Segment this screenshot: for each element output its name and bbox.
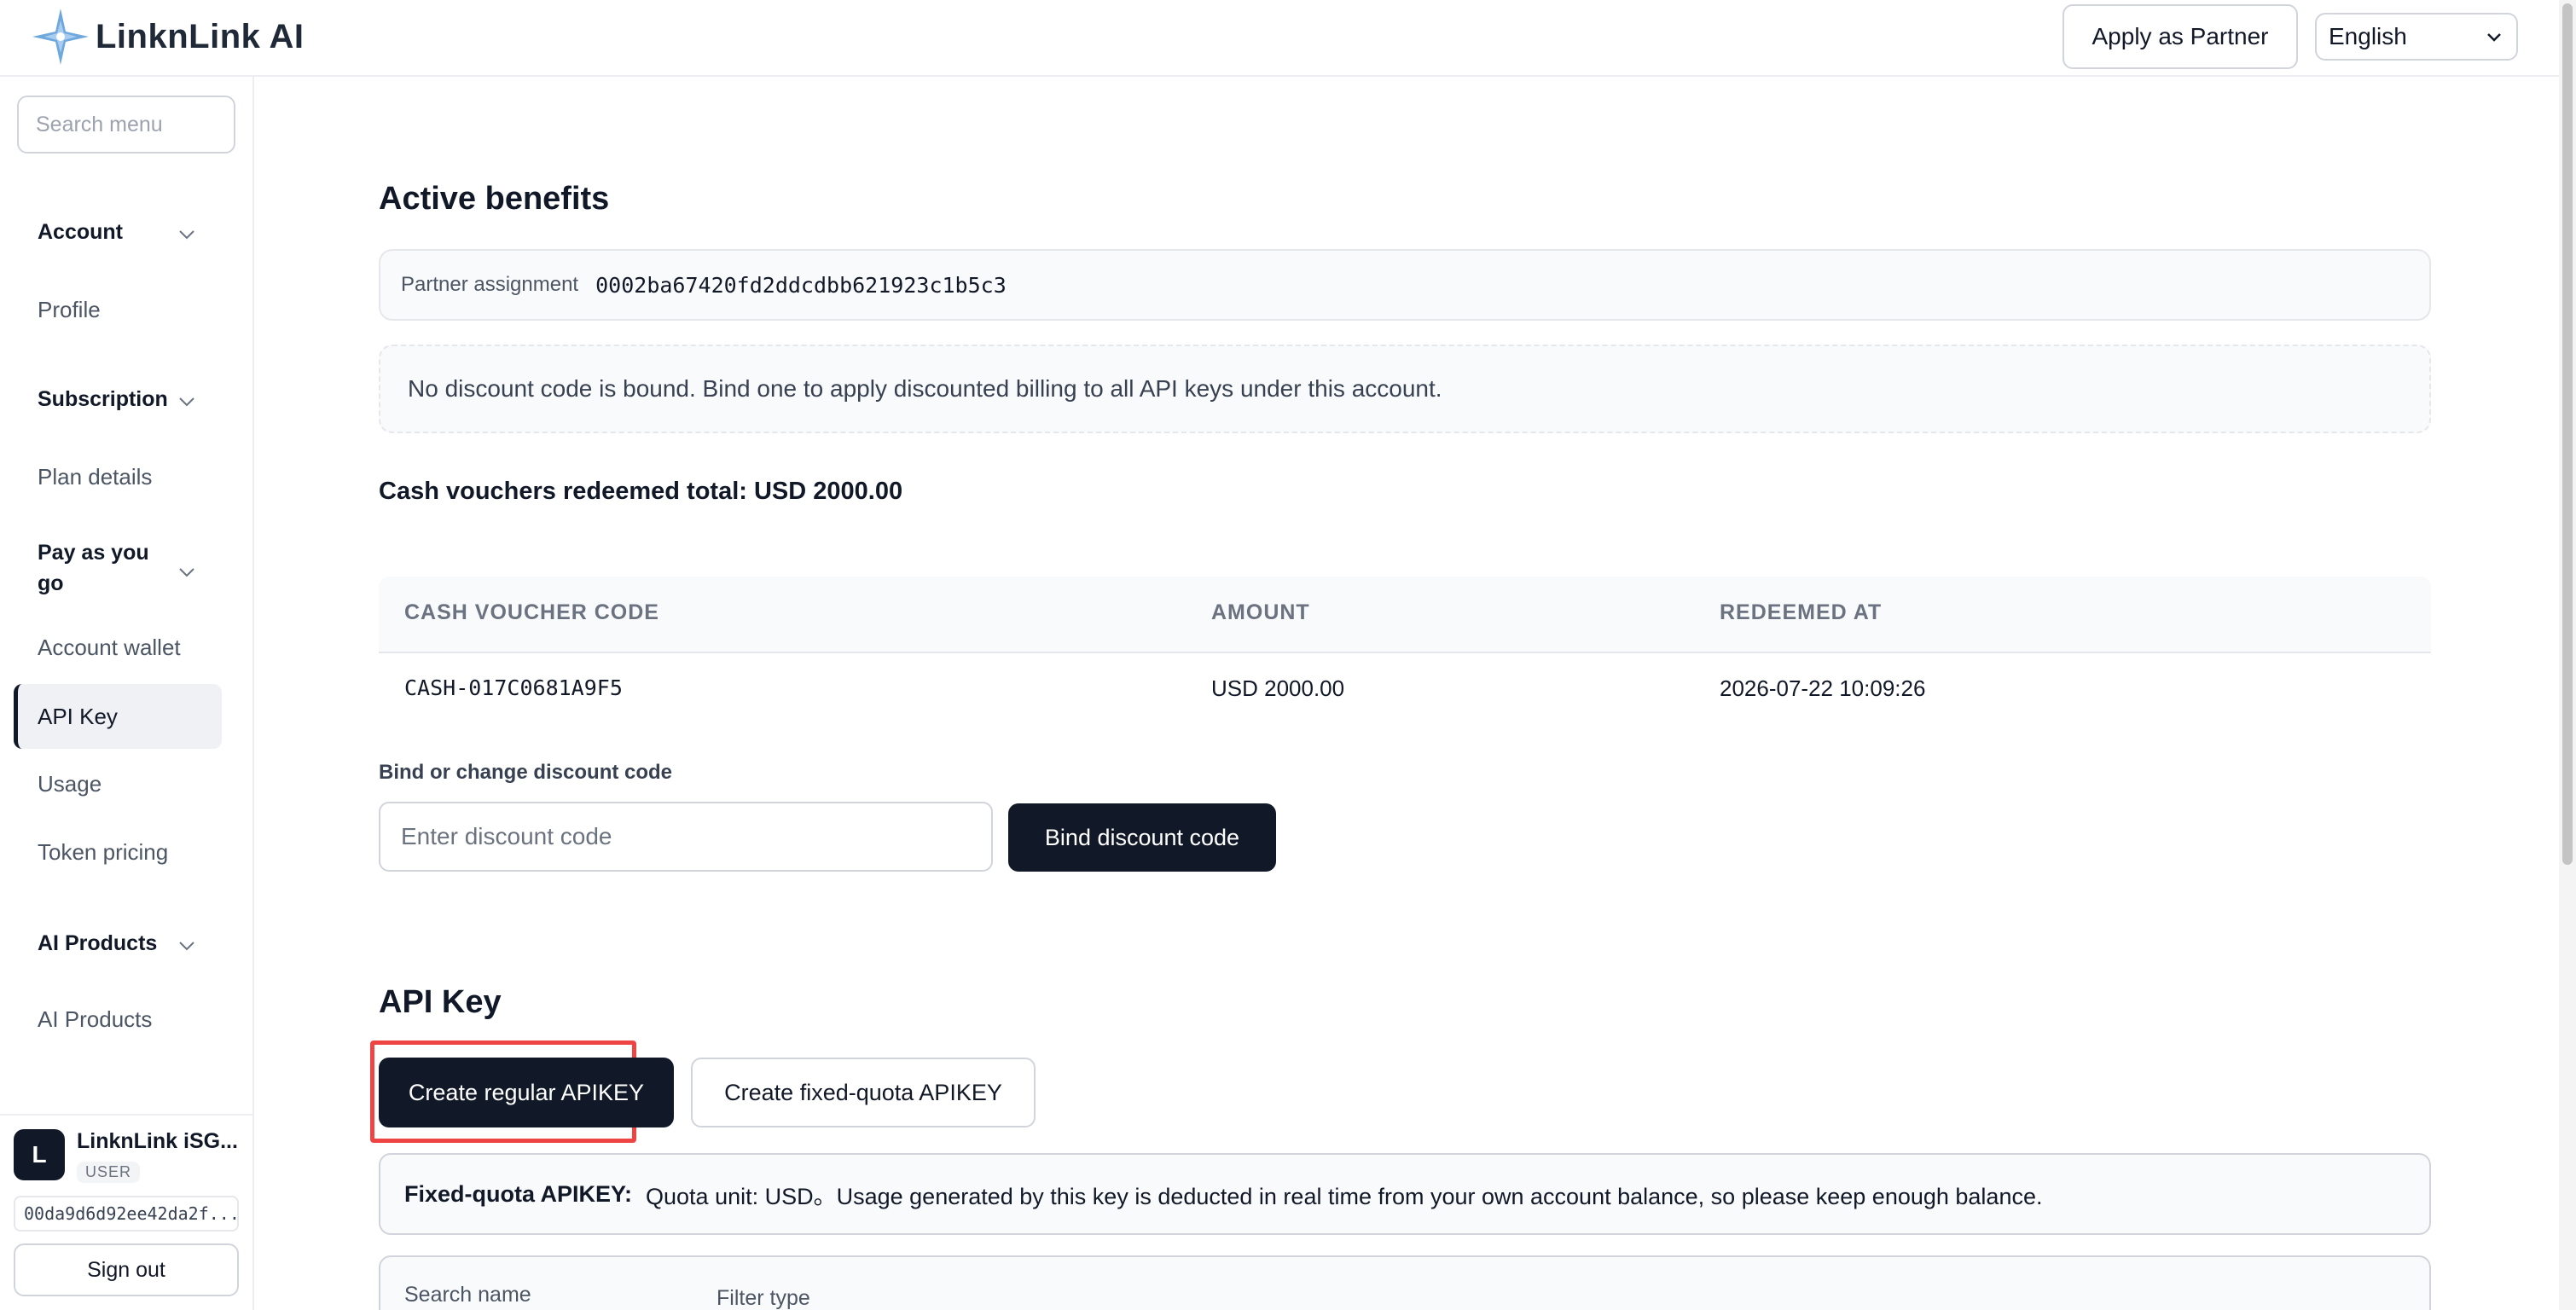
sidebar-group-pay-as-you-go[interactable]: Pay as you go <box>38 537 165 599</box>
user-role-badge: USER <box>77 1162 141 1183</box>
bind-discount-label: Bind or change discount code <box>379 761 673 784</box>
discount-notice: No discount code is bound. Bind one to a… <box>379 345 2431 433</box>
cell-redeemed-at: 2026-07-22 10:09:26 <box>1720 675 1926 701</box>
create-fixed-quota-apikey-button[interactable]: Create fixed-quota APIKEY <box>691 1058 1036 1127</box>
active-benefits-title: Active benefits <box>379 181 610 217</box>
discount-code-input[interactable] <box>379 802 993 872</box>
chevron-down-icon[interactable] <box>176 223 198 246</box>
partner-assignment-label: Partner assignment <box>401 273 579 296</box>
sidebar-item-ai-products[interactable]: AI Products <box>38 1006 152 1033</box>
sidebar-group-account[interactable]: Account <box>38 217 123 247</box>
sign-out-button[interactable]: Sign out <box>14 1243 239 1296</box>
filter-bar: Search name Filter type <box>379 1255 2431 1310</box>
apply-partner-button[interactable]: Apply as Partner <box>2063 4 2298 69</box>
bind-discount-button[interactable]: Bind discount code <box>1008 803 1276 872</box>
chevron-down-icon[interactable] <box>176 935 198 957</box>
voucher-table: CASH VOUCHER CODE AMOUNT REDEEMED AT CAS… <box>379 577 2431 701</box>
cash-vouchers-total: Cash vouchers redeemed total: USD 2000.0… <box>379 478 903 505</box>
logo[interactable]: LinknLink AI <box>31 7 305 67</box>
user-name: LinknLink iSG... <box>77 1129 238 1153</box>
search-menu-input[interactable]: Search menu <box>17 96 235 154</box>
fixed-quota-title: Fixed-quota APIKEY: <box>404 1180 633 1207</box>
language-select[interactable]: English <box>2315 13 2518 61</box>
sidebar: Search menu Account Profile Subscription… <box>0 77 254 1310</box>
language-value: English <box>2329 23 2407 49</box>
sidebar-item-usage[interactable]: Usage <box>38 771 102 797</box>
user-panel: L LinknLink iSG... USER 00da9d6d92ee42da… <box>0 1114 252 1310</box>
top-bar: LinknLink AI Apply as Partner English <box>0 0 2559 77</box>
sidebar-group-subscription[interactable]: Subscription <box>38 384 168 414</box>
search-name-label: Search name <box>404 1283 531 1307</box>
logo-text: LinknLink AI <box>96 17 305 55</box>
column-header-code: CASH VOUCHER CODE <box>404 600 659 624</box>
page-scrollbar[interactable] <box>2559 0 2576 1310</box>
partner-assignment-box: Partner assignment 0002ba67420fd2ddcdbb6… <box>379 249 2431 321</box>
fixed-quota-text: Quota unit: USD。Usage generated by this … <box>646 1183 2043 1209</box>
filter-type-label: Filter type <box>717 1286 810 1310</box>
column-header-redeemed-at: REDEEMED AT <box>1720 600 1883 624</box>
chevron-down-icon <box>2487 33 2501 42</box>
column-header-amount: AMOUNT <box>1211 600 1310 624</box>
cell-amount: USD 2000.00 <box>1211 675 1345 701</box>
sidebar-item-plan-details[interactable]: Plan details <box>38 464 152 490</box>
sidebar-group-ai-products[interactable]: AI Products <box>38 928 157 959</box>
table-header <box>379 577 2431 653</box>
chevron-down-icon[interactable] <box>176 561 198 583</box>
sidebar-item-account-wallet[interactable]: Account wallet <box>38 635 181 661</box>
avatar: L <box>14 1129 65 1180</box>
sidebar-item-token-pricing[interactable]: Token pricing <box>38 839 168 866</box>
sidebar-item-api-key[interactable]: API Key <box>14 684 222 749</box>
cell-voucher-code: CASH-017C0681A9F5 <box>404 675 623 700</box>
fixed-quota-info: Fixed-quota APIKEY: Quota unit: USD。Usag… <box>379 1153 2431 1235</box>
chevron-down-icon[interactable] <box>176 391 198 413</box>
api-key-title: API Key <box>379 984 502 1020</box>
partner-assignment-value: 0002ba67420fd2ddcdbb621923c1b5c3 <box>595 272 1007 298</box>
user-id: 00da9d6d92ee42da2f... <box>14 1196 239 1232</box>
star-logo-icon <box>32 9 89 65</box>
sidebar-item-profile[interactable]: Profile <box>38 297 101 323</box>
scrollbar-thumb[interactable] <box>2562 3 2573 865</box>
create-regular-apikey-button[interactable]: Create regular APIKEY <box>379 1058 674 1127</box>
